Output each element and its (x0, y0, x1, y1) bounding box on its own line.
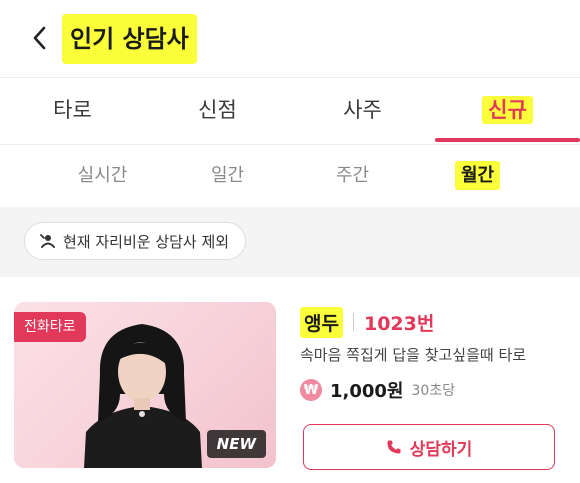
sub-tab-label: 주간 (335, 165, 370, 186)
counselor-name: 앵두 (300, 306, 343, 338)
tab-realtime[interactable]: 실시간 (40, 146, 165, 206)
tab-label: 신점 (198, 98, 237, 122)
counselor-description: 속마음 쪽집게 답을 찾고싶을때 타로 (300, 346, 527, 364)
main-tab-bar: 타로 신점 사주 신규 (0, 79, 580, 145)
counselor-info: 앵두 1023번 속마음 쪽집게 답을 찾고싶을때 타로 ₩ 1,000원 30… (300, 304, 560, 403)
tab-label: 사주 (343, 98, 382, 122)
filter-bar: 현재 자리비운 상담사 제외 (0, 207, 580, 277)
won-coin-icon: ₩ (300, 379, 322, 401)
tab-label: 신규 (482, 96, 533, 124)
filter-label: 현재 자리비운 상담사 제외 (63, 232, 230, 251)
consult-label: 상담하기 (409, 439, 473, 460)
tab-monthly[interactable]: 월간 (415, 146, 540, 206)
tab-shinjeom[interactable]: 신점 (145, 79, 290, 144)
category-badge: 전화타로 (14, 312, 86, 342)
back-button[interactable] (22, 20, 58, 56)
header-bar: 인기 상담사 (0, 0, 580, 78)
counselor-card[interactable]: 전화타로 NEW 앵두 1023번 속마음 쪽집게 답을 찾고싶을때 타로 ₩ … (0, 278, 580, 483)
exclude-away-filter[interactable]: 현재 자리비운 상담사 제외 (24, 222, 247, 260)
person-away-icon (40, 234, 55, 248)
sub-tab-label: 실시간 (77, 165, 128, 186)
tab-weekly[interactable]: 주간 (290, 146, 415, 206)
sub-tab-label: 일간 (210, 165, 245, 186)
tab-tarot[interactable]: 타로 (0, 79, 145, 144)
tab-new[interactable]: 신규 (435, 79, 580, 144)
consult-button[interactable]: 상담하기 (303, 424, 555, 470)
counselor-photo[interactable]: 전화타로 NEW (14, 302, 276, 468)
price-unit: 30초당 (411, 383, 456, 399)
sub-tab-label: 월간 (454, 161, 501, 190)
tab-daily[interactable]: 일간 (165, 146, 290, 206)
new-badge: NEW (206, 430, 266, 458)
period-tab-bar: 실시간 일간 주간 월간 (0, 146, 580, 206)
name-row: 앵두 1023번 (300, 304, 560, 340)
chevron-left-icon (33, 26, 46, 50)
price-row: ₩ 1,000원 30초당 (300, 377, 560, 403)
phone-icon (387, 440, 401, 454)
tab-label: 타로 (53, 98, 92, 122)
page-title: 인기 상담사 (62, 14, 197, 64)
divider (352, 313, 354, 331)
tab-saju[interactable]: 사주 (290, 79, 435, 144)
counselor-number: 1023번 (363, 312, 435, 335)
price-value: 1,000원 (330, 381, 404, 402)
